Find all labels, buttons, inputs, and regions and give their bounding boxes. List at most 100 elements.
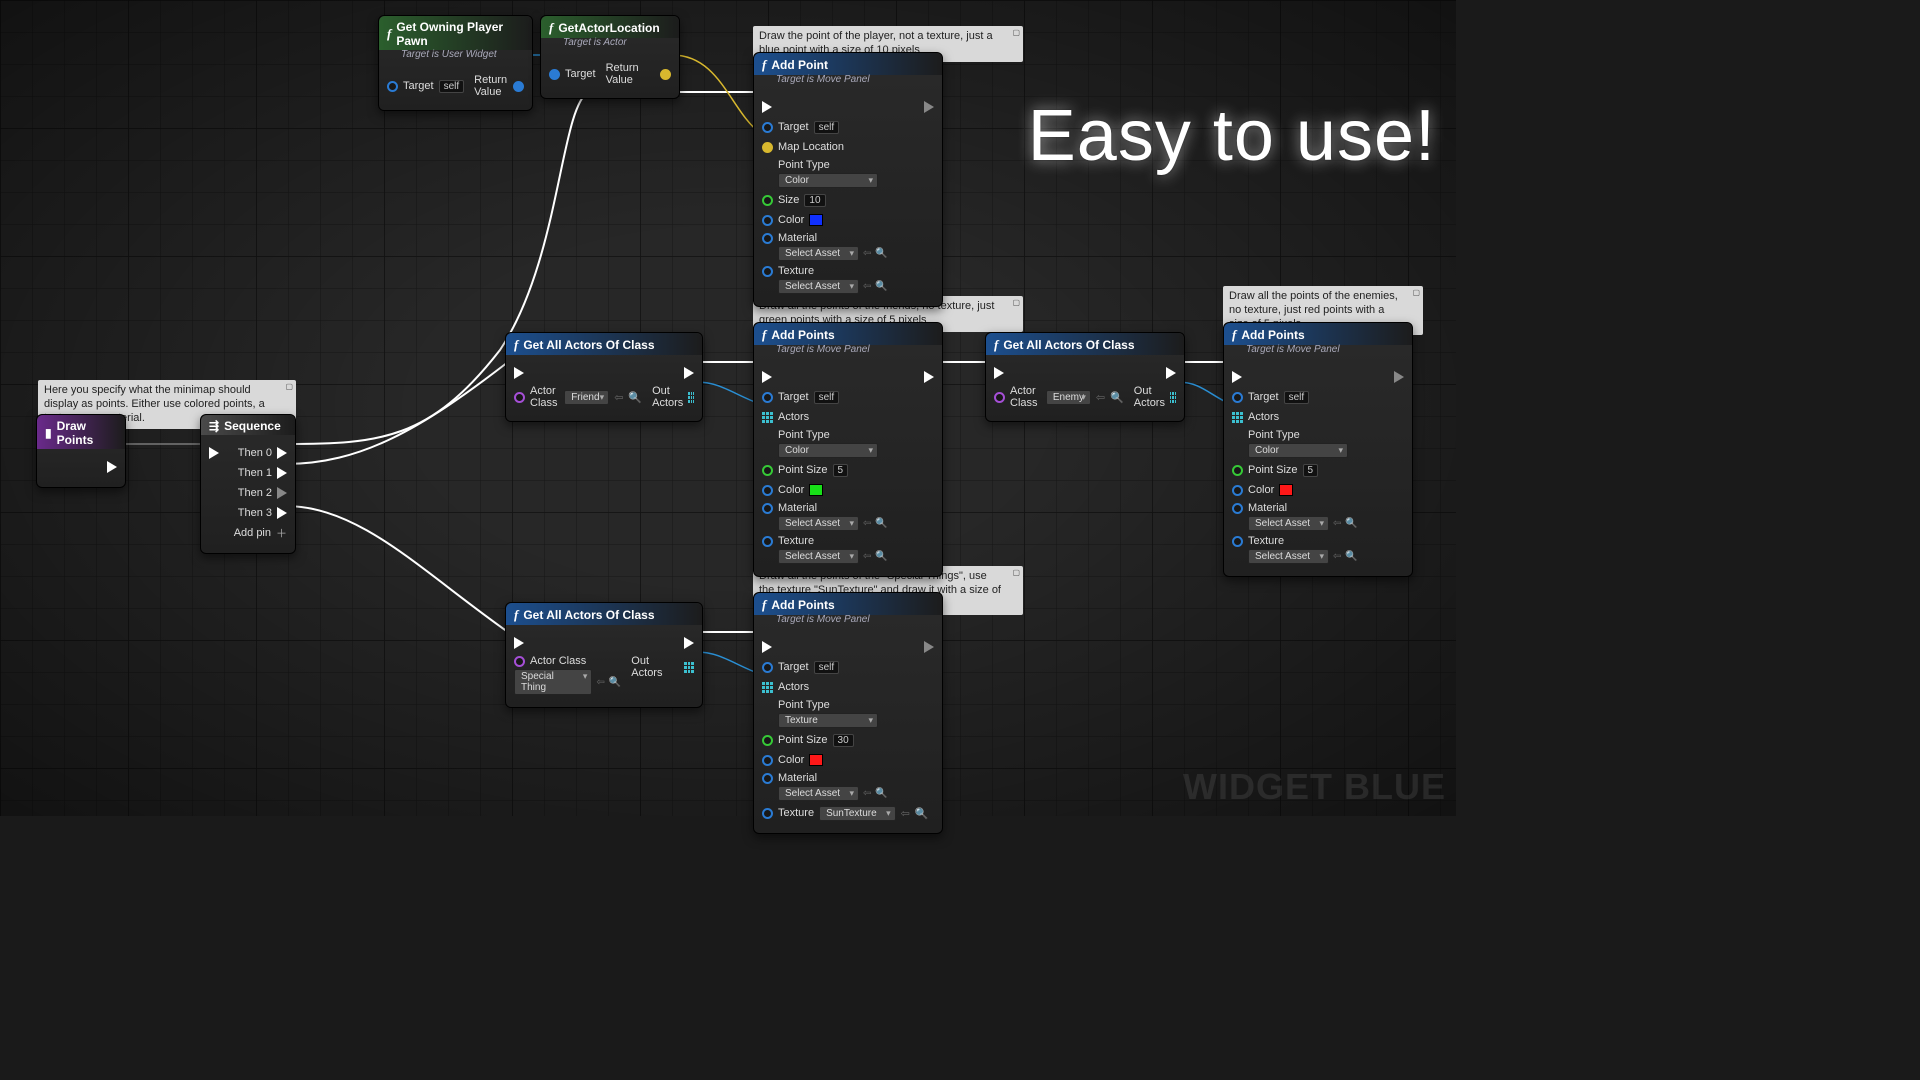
texture-dropdown[interactable]: Select Asset bbox=[1248, 549, 1329, 564]
browse-icon[interactable]: 🔍 bbox=[875, 551, 887, 562]
color-swatch[interactable] bbox=[1279, 484, 1293, 496]
exec-out-pin[interactable] bbox=[1394, 371, 1404, 383]
target-pin[interactable] bbox=[762, 662, 773, 673]
exec-out-pin[interactable] bbox=[684, 637, 694, 649]
size-value[interactable]: 10 bbox=[804, 194, 825, 207]
browse-icon[interactable]: 🔍 bbox=[915, 807, 929, 820]
actorclass-pin[interactable] bbox=[514, 656, 525, 667]
size-value[interactable]: 5 bbox=[1303, 464, 1319, 477]
use-icon[interactable]: ⇦ bbox=[1096, 391, 1105, 404]
material-pin[interactable] bbox=[762, 773, 773, 784]
browse-icon[interactable]: 🔍 bbox=[1345, 518, 1357, 529]
node-sequence[interactable]: ⇶Sequence Then 0 Then 1 Then 2 Then 3 Ad… bbox=[200, 414, 296, 554]
size-pin[interactable] bbox=[762, 195, 773, 206]
browse-icon[interactable]: 🔍 bbox=[628, 391, 642, 404]
use-icon[interactable]: ⇦ bbox=[901, 807, 910, 820]
then1-pin[interactable] bbox=[277, 467, 287, 479]
maplocation-pin[interactable] bbox=[762, 142, 773, 153]
exec-in-pin[interactable] bbox=[994, 367, 1004, 379]
use-icon[interactable]: ⇦ bbox=[1333, 551, 1341, 562]
target-pin[interactable] bbox=[762, 392, 773, 403]
exec-in-pin[interactable] bbox=[762, 101, 772, 113]
node-get-actor-location[interactable]: fGetActorLocation Target is Actor Target… bbox=[540, 15, 680, 99]
exec-in-pin[interactable] bbox=[209, 447, 219, 459]
node-add-point[interactable]: fAdd Point Target is Move Panel Targetse… bbox=[753, 52, 943, 307]
color-swatch[interactable] bbox=[809, 484, 823, 496]
exec-out-pin[interactable] bbox=[924, 101, 934, 113]
use-icon[interactable]: ⇦ bbox=[863, 281, 871, 292]
browse-icon[interactable]: 🔍 bbox=[875, 518, 887, 529]
texture-pin[interactable] bbox=[762, 808, 773, 819]
actorclass-pin[interactable] bbox=[514, 392, 525, 403]
color-swatch[interactable] bbox=[809, 754, 823, 766]
color-swatch[interactable] bbox=[809, 214, 823, 226]
exec-in-pin[interactable] bbox=[514, 367, 524, 379]
exec-out-pin[interactable] bbox=[684, 367, 694, 379]
material-dropdown[interactable]: Select Asset bbox=[778, 516, 859, 531]
size-pin[interactable] bbox=[1232, 465, 1243, 476]
class-dropdown[interactable]: Friend bbox=[564, 390, 609, 405]
outactors-pin[interactable] bbox=[688, 392, 694, 403]
exec-out-pin[interactable] bbox=[107, 461, 117, 473]
texture-dropdown[interactable]: Select Asset bbox=[778, 279, 859, 294]
return-pin[interactable] bbox=[660, 69, 671, 80]
target-pin[interactable] bbox=[549, 69, 560, 80]
browse-icon[interactable]: 🔍 bbox=[1345, 551, 1357, 562]
browse-icon[interactable]: 🔍 bbox=[875, 248, 887, 259]
exec-in-pin[interactable] bbox=[762, 641, 772, 653]
then2-pin[interactable] bbox=[277, 487, 287, 499]
texture-pin[interactable] bbox=[762, 536, 773, 547]
class-dropdown[interactable]: Enemy bbox=[1046, 390, 1091, 405]
browse-icon[interactable]: 🔍 bbox=[1110, 391, 1124, 404]
node-add-points-enemies[interactable]: fAdd Points Target is Move Panel Targets… bbox=[1223, 322, 1413, 577]
material-dropdown[interactable]: Select Asset bbox=[778, 246, 859, 261]
actors-pin[interactable] bbox=[762, 412, 773, 423]
material-pin[interactable] bbox=[1232, 503, 1243, 514]
material-pin[interactable] bbox=[762, 233, 773, 244]
exec-out-pin[interactable] bbox=[924, 641, 934, 653]
material-pin[interactable] bbox=[762, 503, 773, 514]
browse-icon[interactable]: 🔍 bbox=[875, 788, 887, 799]
node-get-actors-friends[interactable]: fGet All Actors Of Class Actor ClassFrie… bbox=[505, 332, 703, 422]
texture-dropdown[interactable]: Select Asset bbox=[778, 549, 859, 564]
exec-out-pin[interactable] bbox=[1166, 367, 1176, 379]
texture-dropdown[interactable]: SunTexture bbox=[819, 806, 896, 821]
outactors-pin[interactable] bbox=[1170, 392, 1176, 403]
node-get-actors-special[interactable]: fGet All Actors Of Class Actor Class Spe… bbox=[505, 602, 703, 708]
texture-pin[interactable] bbox=[762, 266, 773, 277]
browse-icon[interactable]: 🔍 bbox=[609, 677, 621, 688]
color-pin[interactable] bbox=[762, 755, 773, 766]
use-icon[interactable]: ⇦ bbox=[1333, 518, 1341, 529]
use-icon[interactable]: ⇦ bbox=[863, 248, 871, 259]
return-pin[interactable] bbox=[513, 81, 524, 92]
node-add-points-friends[interactable]: fAdd Points Target is Move Panel Targets… bbox=[753, 322, 943, 577]
size-value[interactable]: 5 bbox=[833, 464, 849, 477]
material-dropdown[interactable]: Select Asset bbox=[778, 786, 859, 801]
use-icon[interactable]: ⇦ bbox=[863, 551, 871, 562]
pointtype-dropdown[interactable]: Texture bbox=[778, 713, 878, 728]
color-pin[interactable] bbox=[1232, 485, 1243, 496]
node-add-points-special[interactable]: fAdd Points Target is Move Panel Targets… bbox=[753, 592, 943, 834]
then0-pin[interactable] bbox=[277, 447, 287, 459]
exec-in-pin[interactable] bbox=[762, 371, 772, 383]
actors-pin[interactable] bbox=[762, 682, 773, 693]
add-pin-icon[interactable]: ＋ bbox=[276, 525, 287, 541]
use-icon[interactable]: ⇦ bbox=[863, 518, 871, 529]
node-get-owning-pawn[interactable]: fGet Owning Player Pawn Target is User W… bbox=[378, 15, 533, 111]
target-pin[interactable] bbox=[387, 81, 398, 92]
color-pin[interactable] bbox=[762, 215, 773, 226]
pointtype-dropdown[interactable]: Color bbox=[1248, 443, 1348, 458]
browse-icon[interactable]: 🔍 bbox=[875, 281, 887, 292]
class-dropdown[interactable]: Special Thing bbox=[514, 669, 592, 695]
use-icon[interactable]: ⇦ bbox=[614, 391, 623, 404]
exec-in-pin[interactable] bbox=[514, 637, 524, 649]
actors-pin[interactable] bbox=[1232, 412, 1243, 423]
pointtype-dropdown[interactable]: Color bbox=[778, 173, 878, 188]
size-value[interactable]: 30 bbox=[833, 734, 854, 747]
use-icon[interactable]: ⇦ bbox=[863, 788, 871, 799]
color-pin[interactable] bbox=[762, 485, 773, 496]
node-draw-points[interactable]: ▮Draw Points bbox=[36, 414, 126, 488]
target-pin[interactable] bbox=[762, 122, 773, 133]
material-dropdown[interactable]: Select Asset bbox=[1248, 516, 1329, 531]
outactors-pin[interactable] bbox=[684, 662, 694, 673]
